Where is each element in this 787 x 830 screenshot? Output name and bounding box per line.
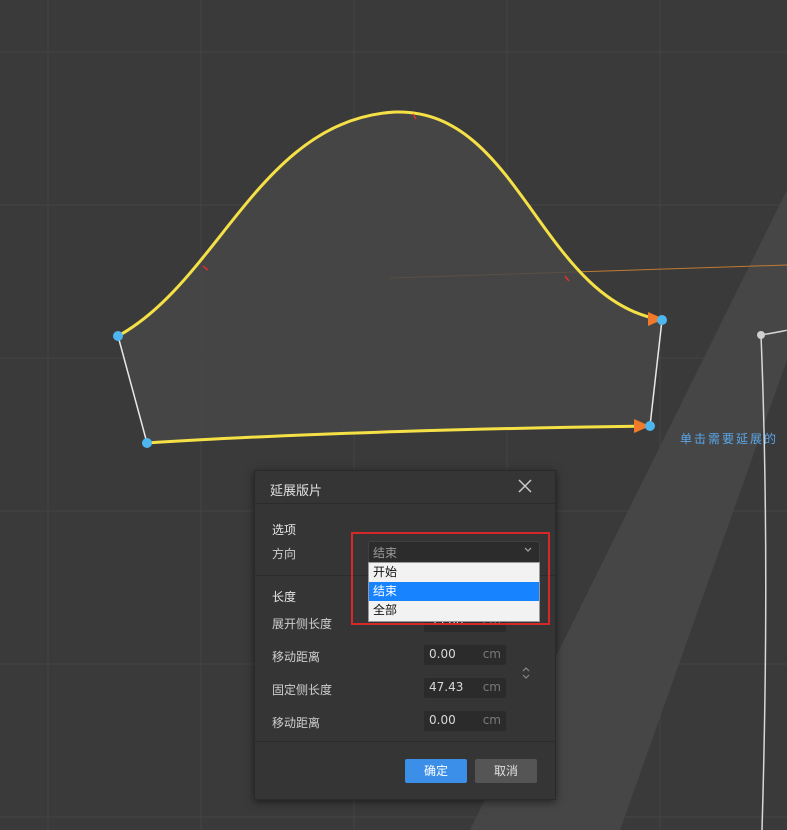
canvas-hint-text: 单击需要延展的 <box>680 432 779 446</box>
expand-side-length-label: 展开侧长度 <box>272 617 333 631</box>
move-distance-value: 0.00 <box>429 647 456 661</box>
move-distance-label: 移动距离 <box>272 650 321 664</box>
move-distance-label: 移动距离 <box>272 716 321 730</box>
sleeve-node[interactable] <box>657 315 667 325</box>
dropdown-option-start[interactable]: 开始 <box>369 563 539 582</box>
direction-select-value: 结束 <box>373 546 398 560</box>
fixed-side-length-label: 固定侧长度 <box>272 683 333 697</box>
swap-icon[interactable] <box>521 666 531 680</box>
options-section-heading: 选项 <box>272 523 297 537</box>
move-distance-field[interactable]: 0.00 cm <box>424 711 506 731</box>
sleeve-node[interactable] <box>142 438 152 448</box>
unit-label: cm <box>482 680 501 694</box>
sleeve-pattern-piece[interactable] <box>118 111 662 443</box>
move-distance-value: 0.00 <box>429 713 456 727</box>
extend-piece-dialog: 延展版片 选项 方向 结束 长度 展开侧长度 33.06 cm 移动距离 0.0… <box>254 470 556 800</box>
fixed-side-length-field[interactable]: 47.43 cm <box>424 678 506 698</box>
footer-divider <box>255 741 555 742</box>
cancel-button[interactable]: 取消 <box>475 759 537 783</box>
direction-dropdown-list: 开始 结束 全部 <box>368 562 540 622</box>
chevron-down-icon[interactable] <box>523 545 533 555</box>
unit-label: cm <box>482 647 501 661</box>
length-section-heading: 长度 <box>272 590 297 604</box>
dropdown-option-all[interactable]: 全部 <box>369 601 539 620</box>
direction-label: 方向 <box>272 547 297 561</box>
dialog-title: 延展版片 <box>270 484 323 499</box>
fixed-side-length-value: 47.43 <box>429 680 464 694</box>
sleeve-node[interactable] <box>645 421 655 431</box>
right-piece-node[interactable] <box>757 331 765 339</box>
unit-label: cm <box>482 713 501 727</box>
dialog-header: 延展版片 <box>255 471 555 504</box>
sleeve-node[interactable] <box>113 331 123 341</box>
direction-select[interactable]: 结束 <box>368 541 540 563</box>
ok-button[interactable]: 确定 <box>405 759 467 783</box>
move-distance-field[interactable]: 0.00 cm <box>424 645 506 665</box>
close-icon[interactable] <box>517 478 533 494</box>
dropdown-option-end[interactable]: 结束 <box>369 582 539 601</box>
